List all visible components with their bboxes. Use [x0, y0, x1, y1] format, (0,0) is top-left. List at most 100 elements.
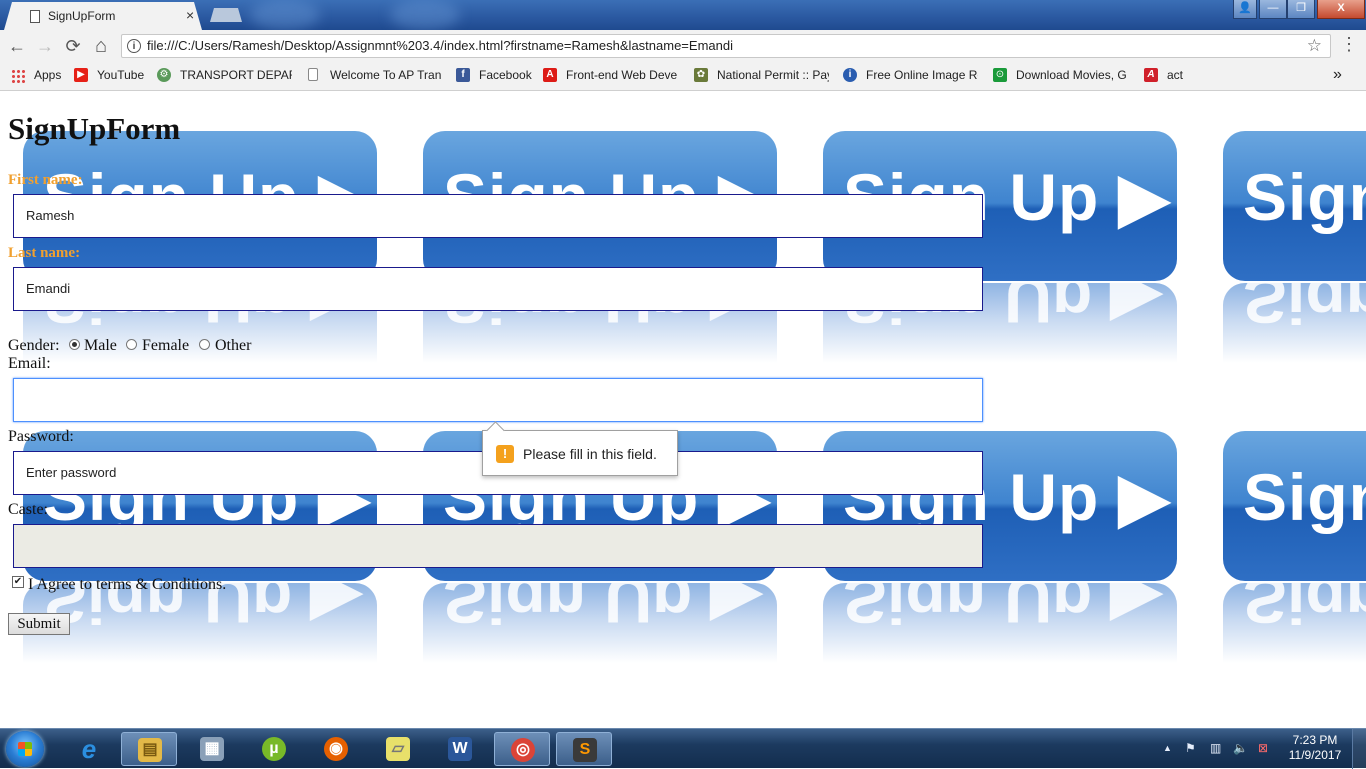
- minimize-button[interactable]: —: [1259, 0, 1287, 19]
- bookmark-image-resizer[interactable]: Free Online Image Re: [866, 68, 978, 82]
- browser-toolbar: ← → ⟳ ⌂ i file:///C:/Users/Ramesh/Deskto…: [0, 30, 1366, 62]
- calculator-icon: ▦: [200, 737, 224, 761]
- browser-tab[interactable]: SignUpForm ×: [4, 2, 202, 30]
- bookmark-frontend[interactable]: Front-end Web Deve: [566, 68, 678, 82]
- home-icon[interactable]: ⌂: [90, 36, 112, 58]
- taskbar-calculator[interactable]: ▦: [184, 732, 240, 766]
- caste-label: Caste:: [8, 501, 48, 518]
- first-name-label: First name:: [8, 172, 83, 188]
- bookmark-apps[interactable]: Apps: [34, 68, 61, 82]
- gender-other-radio[interactable]: [199, 339, 210, 350]
- maximize-button[interactable]: ❐: [1287, 0, 1315, 19]
- taskbar-chrome[interactable]: ◎: [494, 732, 550, 766]
- tray-app-icon[interactable]: ⊠: [1258, 741, 1268, 755]
- taskbar-sublime-text[interactable]: S: [556, 732, 612, 766]
- tray-expand-icon[interactable]: ▲: [1163, 743, 1172, 753]
- sticky-notes-icon: ▱: [386, 737, 410, 761]
- windows-logo-icon: [18, 742, 32, 756]
- validation-message: Please fill in this field.: [523, 446, 657, 462]
- new-tab-button[interactable]: [210, 8, 242, 22]
- signup-reflection: Sign Up ▶: [823, 583, 1177, 663]
- caste-input[interactable]: [13, 524, 983, 568]
- browser-tab-strip: SignUpForm × 👤 — ❐ X: [0, 0, 1366, 30]
- word-icon: W: [448, 737, 472, 761]
- first-name-input[interactable]: Ramesh: [13, 194, 983, 238]
- url-text[interactable]: file:///C:/Users/Ramesh/Desktop/Assignmn…: [147, 38, 733, 53]
- taskbar-sticky-notes[interactable]: ▱: [370, 732, 426, 766]
- taskbar-word[interactable]: W: [432, 732, 488, 766]
- aero-glow: [390, 0, 460, 30]
- signup-reflection: Sign Up ▶: [423, 583, 777, 663]
- forward-arrow-icon[interactable]: →: [34, 36, 56, 58]
- volume-icon[interactable]: 🔈: [1233, 741, 1248, 755]
- bookmark-download-movies[interactable]: Download Movies, G: [1016, 68, 1130, 82]
- show-desktop-button[interactable]: [1352, 729, 1366, 769]
- address-bar[interactable]: i file:///C:/Users/Ramesh/Desktop/Assign…: [121, 34, 1331, 58]
- terms-checkbox[interactable]: ✔: [12, 576, 24, 588]
- bookmark-youtube[interactable]: YouTube: [97, 68, 144, 82]
- bookmark-national-permit[interactable]: National Permit :: Pay: [717, 68, 829, 82]
- signup-reflection: Sign Up ▶: [1223, 583, 1366, 663]
- folder-icon: ▤: [138, 738, 162, 762]
- bookmark-star-icon[interactable]: ☆: [1307, 36, 1322, 56]
- page-viewport: Sign Up ▶ Sign Up ▶ Sign Up ▶ Sign Up ▶ …: [0, 91, 1366, 728]
- angular-icon: A: [543, 68, 557, 82]
- apps-grid-icon[interactable]: [11, 69, 25, 83]
- info-icon[interactable]: i: [127, 39, 141, 53]
- back-arrow-icon[interactable]: ←: [6, 36, 28, 58]
- bookmark-transport[interactable]: TRANSPORT DEPART: [180, 68, 292, 82]
- national-permit-icon: ✿: [694, 68, 708, 82]
- bookmark-facebook[interactable]: Facebook: [479, 68, 532, 82]
- tab-close-icon[interactable]: ×: [186, 7, 194, 23]
- clock-time: 7:23 PM: [1292, 733, 1338, 747]
- taskbar-firefox[interactable]: ◉: [308, 732, 364, 766]
- image-resizer-icon: i: [843, 68, 857, 82]
- last-name-label: Last name:: [8, 245, 81, 261]
- gender-male-radio[interactable]: [69, 339, 80, 350]
- network-icon[interactable]: ▥: [1210, 741, 1221, 755]
- email-input[interactable]: [13, 378, 983, 422]
- utorrent-icon: µ: [262, 737, 286, 761]
- windows-taskbar: e ▤ ▦ µ ◉ ▱ W ◎ S ▲ ⚑ ▥ 🔈 ⊠ 7:23 PM 11/9…: [0, 728, 1366, 769]
- terms-label: I Agree to terms & Conditions.: [28, 576, 227, 593]
- validation-tooltip: ! Please fill in this field.: [482, 430, 678, 476]
- action-center-flag-icon[interactable]: ⚑: [1185, 741, 1196, 755]
- browser-menu-icon[interactable]: ⋮: [1340, 34, 1358, 55]
- system-clock[interactable]: 7:23 PM 11/9/2017: [1287, 733, 1343, 763]
- facebook-icon: f: [456, 68, 470, 82]
- clock-date: 11/9/2017: [1288, 748, 1342, 762]
- password-label: Password:: [8, 428, 74, 445]
- chrome-icon: ◎: [511, 738, 535, 762]
- aero-glow: [250, 0, 320, 30]
- taskbar-file-explorer[interactable]: ▤: [121, 732, 177, 766]
- youtube-icon: ▶: [74, 68, 88, 82]
- last-name-input[interactable]: Emandi: [13, 267, 983, 311]
- page-title: SignUpForm: [8, 111, 181, 146]
- reload-icon[interactable]: ⟳: [62, 36, 84, 58]
- page-icon: [308, 68, 318, 81]
- gender-male-label: Male: [84, 337, 117, 354]
- taskbar-internet-explorer[interactable]: e: [61, 732, 117, 766]
- gender-other-label: Other: [215, 337, 252, 354]
- bookmark-act[interactable]: act: [1167, 68, 1183, 82]
- internet-explorer-icon: e: [81, 734, 97, 764]
- signup-background-image: Sign Up ▶: [1223, 131, 1366, 281]
- gender-female-radio[interactable]: [126, 339, 137, 350]
- bookmarks-overflow-icon[interactable]: »: [1333, 66, 1342, 84]
- download-icon: ⊙: [993, 68, 1007, 82]
- warning-icon: !: [496, 445, 514, 463]
- signup-background-image: Sign Up ▶: [1223, 431, 1366, 581]
- close-window-button[interactable]: X: [1317, 0, 1365, 19]
- transport-seal-icon: ⚙: [157, 68, 171, 82]
- submit-button[interactable]: Submit: [8, 613, 70, 635]
- sublime-text-icon: S: [573, 738, 597, 762]
- gender-label: Gender:: [8, 337, 60, 354]
- start-button[interactable]: [6, 731, 44, 767]
- signup-reflection: Sign Up ▶: [23, 583, 377, 663]
- taskbar-utorrent[interactable]: µ: [246, 732, 302, 766]
- gender-female-label: Female: [142, 337, 190, 354]
- tab-title: SignUpForm: [48, 9, 116, 23]
- email-label: Email:: [8, 355, 51, 372]
- bookmark-ap-transport[interactable]: Welcome To AP Tran: [330, 68, 442, 82]
- user-profile-icon[interactable]: 👤: [1233, 0, 1257, 19]
